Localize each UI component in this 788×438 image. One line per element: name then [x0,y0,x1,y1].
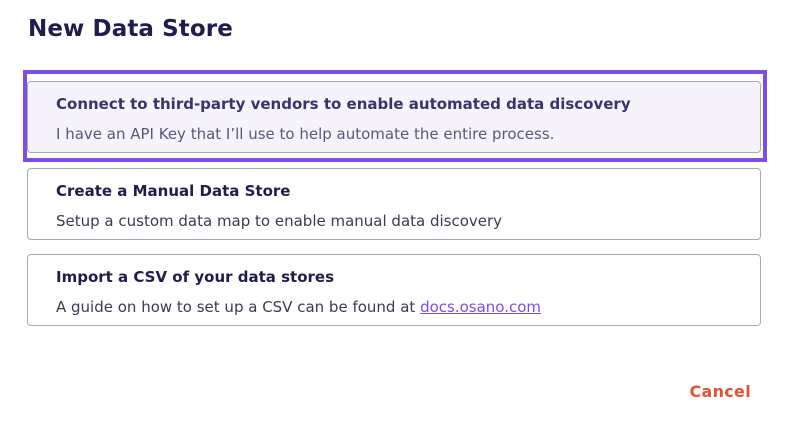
dialog-title: New Data Store [28,16,233,42]
option-third-party-vendors[interactable]: Connect to third-party vendors to enable… [27,81,761,153]
cancel-button[interactable]: Cancel [689,382,751,401]
option-manual-data-store[interactable]: Create a Manual Data Store Setup a custo… [27,168,761,240]
option-import-csv[interactable]: Import a CSV of your data stores A guide… [27,254,761,326]
option-description: Setup a custom data map to enable manual… [56,212,503,230]
option-description: I have an API Key that I’ll use to help … [56,125,555,143]
new-data-store-dialog: New Data Store Connect to third-party ve… [0,0,788,438]
option-title: Connect to third-party vendors to enable… [56,95,631,113]
option-title: Import a CSV of your data stores [56,268,335,286]
docs-link[interactable]: docs.osano.com [420,298,541,316]
option-description: A guide on how to set up a CSV can be fo… [56,298,541,316]
option-title: Create a Manual Data Store [56,182,291,200]
option-description-text: A guide on how to set up a CSV can be fo… [56,298,421,316]
